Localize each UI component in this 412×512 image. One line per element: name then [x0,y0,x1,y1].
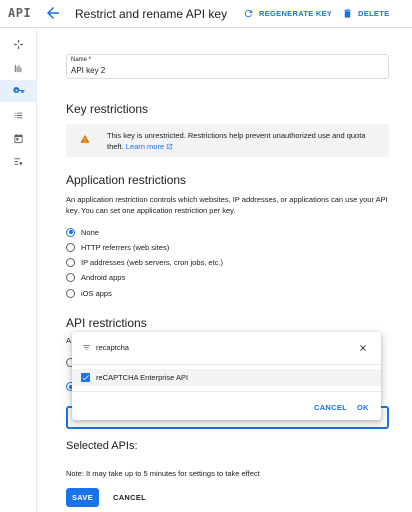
library-icon [14,64,22,72]
filter-icon [83,345,90,350]
regenerate-key-button[interactable]: REGENERATE KEY [243,5,332,21]
open-in-new-icon [167,143,173,150]
name-field[interactable]: Name * API key 2 [66,54,389,79]
sidebar-item-library[interactable] [0,57,37,79]
radio-button[interactable] [66,242,75,252]
radio-option-ip-addresses[interactable]: IP addresses (web servers, cron jobs, et… [66,256,223,268]
sidebar-item-credentials[interactable] [0,80,37,102]
radio-button[interactable] [66,288,75,298]
unrestricted-warning: This key is unrestricted. Restrictions h… [66,124,389,157]
divider [72,391,381,392]
close-icon[interactable] [358,343,368,353]
back-arrow-icon[interactable] [44,4,62,22]
application-restrictions-heading: Application restrictions [66,173,187,187]
api-services-icon [13,39,24,49]
dropdown-option[interactable]: reCAPTCHA Enterprise API [72,369,381,386]
api-logo: API [8,6,32,20]
sidebar-item-page-usage[interactable] [0,127,37,149]
oauth-consent-icon [14,112,23,118]
application-restrictions-description: An application restriction controls whic… [66,195,388,215]
radio-label: None [81,227,99,237]
key-restrictions-heading: Key restrictions [66,102,149,116]
selected-apis-heading: Selected APIs: [66,440,138,452]
trash-icon [344,8,351,18]
warning-text: This key is unrestricted. Restrictions h… [107,130,382,152]
radio-label: HTTP referrers (web sites) [81,242,170,252]
sidebar-item-oauth-consent[interactable] [0,104,37,126]
radio-option-ios-apps[interactable]: iOS apps [66,287,112,299]
delete-label: DELETE [358,8,390,18]
side-nav-rail [0,28,37,512]
divider [72,364,381,365]
dropdown-ok-button[interactable]: OK [357,403,369,412]
radio-button[interactable] [66,272,75,282]
name-field-label: Name * [71,57,92,63]
learn-more-link[interactable]: Learn more [126,142,173,151]
delete-button[interactable]: DELETE [342,5,389,21]
option-label: reCAPTCHA Enterprise API [96,373,189,382]
learn-more-label: Learn more [125,142,165,151]
radio-button[interactable] [66,257,75,267]
filter-input[interactable]: recaptcha [96,343,129,352]
settings-list-icon [14,157,23,165]
settings-note: Note: It may take up to 5 minutes for se… [66,469,260,478]
dropdown-cancel-button[interactable]: CANCEL [314,403,347,412]
api-select-dropdown: recaptcha reCAPTCHA Enterprise API CANCE… [72,332,381,420]
sidebar-item-api-services[interactable] [0,33,37,55]
checkbox[interactable] [81,373,90,382]
save-button[interactable]: SAVE [66,488,99,507]
radio-option-http-referrers[interactable]: HTTP referrers (web sites) [66,241,169,253]
app-bar: API Restrict and rename API key REGENERA… [0,0,412,28]
cancel-button[interactable]: CANCEL [113,493,146,502]
radio-label: iOS apps [81,288,112,298]
key-icon [12,87,24,94]
radio-option-none[interactable]: None [66,226,99,238]
api-restrictions-heading: API restrictions [66,316,147,330]
calendar-icon [14,133,23,143]
name-field-value: API key 2 [71,66,106,75]
warning-icon [80,134,90,143]
sidebar-item-settings[interactable] [0,150,37,172]
regenerate-key-label: REGENERATE KEY [259,8,333,18]
radio-label: Android apps [81,272,126,282]
api-restrictions-description-partial: A [66,336,72,345]
refresh-icon [244,9,253,17]
page-title: Restrict and rename API key [75,7,228,21]
check-icon [82,375,89,381]
radio-option-android-apps[interactable]: Android apps [66,271,125,283]
radio-label: IP addresses (web servers, cron jobs, et… [81,257,224,267]
radio-button[interactable] [66,227,75,237]
